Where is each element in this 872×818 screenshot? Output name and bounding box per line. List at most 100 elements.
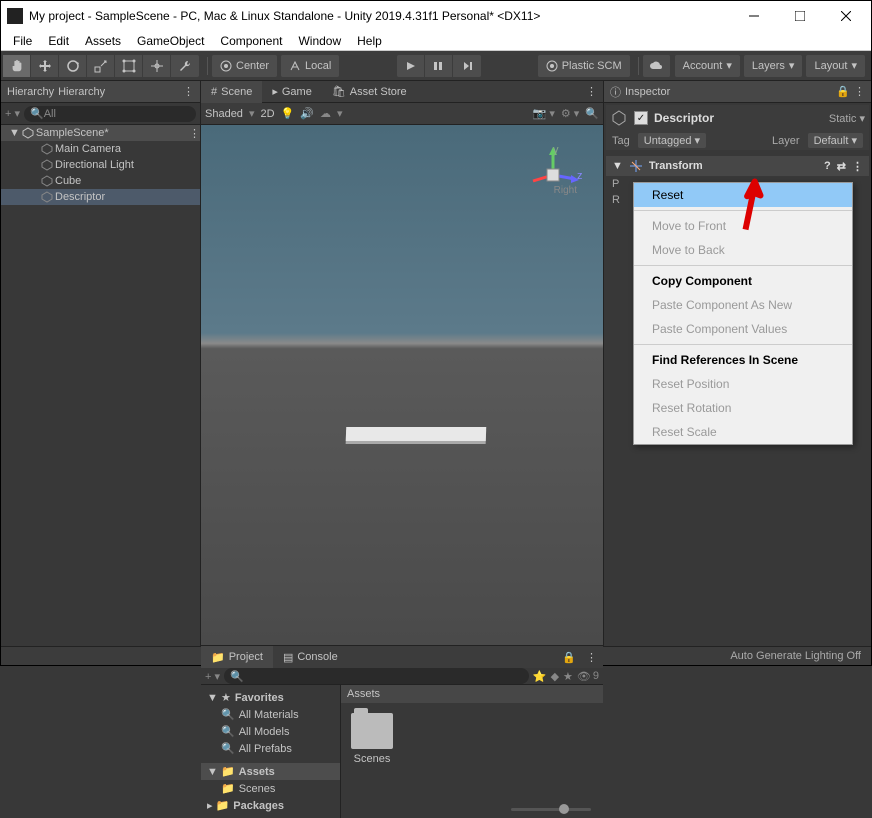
tab-console[interactable]: ▤Console xyxy=(273,646,348,668)
cloud-button[interactable] xyxy=(643,55,671,77)
project-create[interactable]: + ▾ xyxy=(205,670,220,683)
menu-assets[interactable]: Assets xyxy=(77,32,129,50)
maximize-button[interactable] xyxy=(777,1,823,31)
pivot-toggle[interactable]: Center xyxy=(212,55,277,77)
all-materials[interactable]: 🔍 All Materials xyxy=(201,706,340,723)
filter-type-icon[interactable]: ◆ xyxy=(551,670,559,683)
window-titlebar: My project - SampleScene - PC, Mac & Lin… xyxy=(1,1,871,31)
create-dropdown[interactable]: + ▾ xyxy=(5,107,20,120)
inspector-menu-icon[interactable]: ⋮ xyxy=(854,85,865,98)
window-title: My project - SampleScene - PC, Mac & Lin… xyxy=(29,9,731,23)
hidden-count[interactable]: 👁9 xyxy=(577,670,599,683)
ctx-paste-values[interactable]: Paste Component Values xyxy=(634,317,852,341)
thumbnail-size-slider[interactable] xyxy=(511,808,591,811)
orientation-gizmo[interactable]: yz xyxy=(523,145,583,205)
tab-scene[interactable]: #Scene xyxy=(201,81,262,103)
account-dropdown[interactable]: Account ▾ xyxy=(675,55,740,77)
menubar: File Edit Assets GameObject Component Wi… xyxy=(1,31,871,51)
transform-tool[interactable] xyxy=(143,55,171,77)
filter-label-icon[interactable]: ★ xyxy=(563,670,573,683)
help-icon[interactable]: ? xyxy=(824,160,831,172)
hand-tool[interactable] xyxy=(3,55,31,77)
menu-window[interactable]: Window xyxy=(290,32,349,50)
layout-dropdown[interactable]: Layout ▾ xyxy=(806,55,865,77)
menu-edit[interactable]: Edit xyxy=(40,32,77,50)
audio-icon[interactable]: 🔊 xyxy=(300,107,314,120)
ctx-paste-new[interactable]: Paste Component As New xyxy=(634,293,852,317)
scene-menu-icon[interactable]: ⋮ xyxy=(189,127,200,140)
project-menu-icon[interactable]: ⋮ xyxy=(580,651,603,664)
preset-icon[interactable]: ⇄ xyxy=(837,160,846,173)
tab-game[interactable]: ▸Game xyxy=(262,81,322,103)
gizmos-dropdown[interactable]: ⚙ ▾ xyxy=(561,107,579,120)
unity-scene-icon xyxy=(22,127,34,139)
project-search[interactable]: 🔍 xyxy=(224,668,529,684)
2d-toggle[interactable]: 2D xyxy=(260,108,274,120)
ctx-find-references[interactable]: Find References In Scene xyxy=(634,348,852,372)
pause-button[interactable] xyxy=(425,55,453,77)
static-dropdown[interactable]: Static ▾ xyxy=(829,112,865,125)
scene-view[interactable]: yz Right xyxy=(201,125,603,645)
ctx-reset-scale[interactable]: Reset Scale xyxy=(634,420,852,444)
hierarchy-item-camera[interactable]: Main Camera xyxy=(1,141,200,157)
hierarchy-item-cube[interactable]: Cube xyxy=(1,173,200,189)
scene-object-cube xyxy=(345,427,485,441)
space-toggle[interactable]: Local xyxy=(281,55,339,77)
menu-gameobject[interactable]: GameObject xyxy=(129,32,212,50)
scene-tab-menu-icon[interactable]: ⋮ xyxy=(580,85,603,98)
packages-row[interactable]: ▸ 📁 Packages xyxy=(201,797,340,814)
camera-icon[interactable]: 📷 ▾ xyxy=(533,107,555,120)
scene-row[interactable]: ▼ SampleScene* ⋮ xyxy=(1,125,200,141)
rotate-tool[interactable] xyxy=(59,55,87,77)
active-checkbox[interactable]: ✓ xyxy=(634,111,648,125)
folder-icon xyxy=(351,713,393,749)
gameobject-icon xyxy=(41,191,53,203)
scene-search[interactable]: 🔍 xyxy=(585,107,599,120)
tab-project[interactable]: 📁Project xyxy=(201,646,273,668)
scenes-row[interactable]: 📁 Scenes xyxy=(201,780,340,797)
tab-asset-store[interactable]: 🛍Asset Store xyxy=(322,81,417,103)
hierarchy-menu-icon[interactable]: ⋮ xyxy=(183,85,194,98)
scale-tool[interactable] xyxy=(87,55,115,77)
custom-tool[interactable] xyxy=(171,55,199,77)
lock-icon[interactable]: 🔒 xyxy=(836,85,850,98)
layer-dropdown[interactable]: Default ▾ xyxy=(808,133,863,148)
step-button[interactable] xyxy=(453,55,481,77)
folder-scenes[interactable]: Scenes xyxy=(351,713,393,765)
project-panel: 📁Project ▤Console 🔒 ⋮ + ▾ 🔍 ⭐ ◆ ★ 👁9 ▼ ★… xyxy=(201,645,603,646)
component-menu-icon[interactable]: ⋮ xyxy=(852,160,863,173)
hierarchy-item-light[interactable]: Directional Light xyxy=(1,157,200,173)
svg-text:z: z xyxy=(577,170,583,182)
plastic-scm-button[interactable]: Plastic SCM xyxy=(538,55,630,77)
shading-dropdown[interactable]: Shaded xyxy=(205,108,243,120)
ctx-reset-position[interactable]: Reset Position xyxy=(634,372,852,396)
transform-icon xyxy=(629,159,643,173)
lighting-icon[interactable]: 💡 xyxy=(281,107,295,120)
minimize-button[interactable] xyxy=(731,1,777,31)
all-models[interactable]: 🔍 All Models xyxy=(201,723,340,740)
all-prefabs[interactable]: 🔍 All Prefabs xyxy=(201,740,340,757)
fx-icon[interactable]: ☁ xyxy=(320,107,331,120)
object-name-field[interactable]: Descriptor xyxy=(654,111,823,125)
menu-file[interactable]: File xyxy=(5,32,40,50)
hierarchy-tab-title[interactable]: Hierarchy xyxy=(7,86,54,98)
assets-row[interactable]: ▼ 📁 Assets xyxy=(201,763,340,780)
transform-header[interactable]: ▼ Transform ? ⇄ ⋮ xyxy=(606,156,869,176)
filter-fav-icon[interactable]: ⭐ xyxy=(533,670,547,683)
play-button[interactable] xyxy=(397,55,425,77)
project-path: Assets xyxy=(341,685,603,703)
menu-help[interactable]: Help xyxy=(349,32,390,50)
ctx-copy-component[interactable]: Copy Component xyxy=(634,269,852,293)
hierarchy-search[interactable]: 🔍 All xyxy=(24,106,196,122)
rect-tool[interactable] xyxy=(115,55,143,77)
move-tool[interactable] xyxy=(31,55,59,77)
tag-dropdown[interactable]: Untagged ▾ xyxy=(638,133,706,148)
favorites-row[interactable]: ▼ ★ Favorites xyxy=(201,689,340,706)
lock-icon[interactable]: 🔒 xyxy=(558,651,580,664)
menu-component[interactable]: Component xyxy=(212,32,290,50)
lighting-status[interactable]: Auto Generate Lighting Off xyxy=(730,650,861,662)
layers-dropdown[interactable]: Layers ▾ xyxy=(744,55,803,77)
ctx-reset-rotation[interactable]: Reset Rotation xyxy=(634,396,852,420)
close-button[interactable] xyxy=(823,1,869,31)
hierarchy-item-descriptor[interactable]: Descriptor xyxy=(1,189,200,205)
